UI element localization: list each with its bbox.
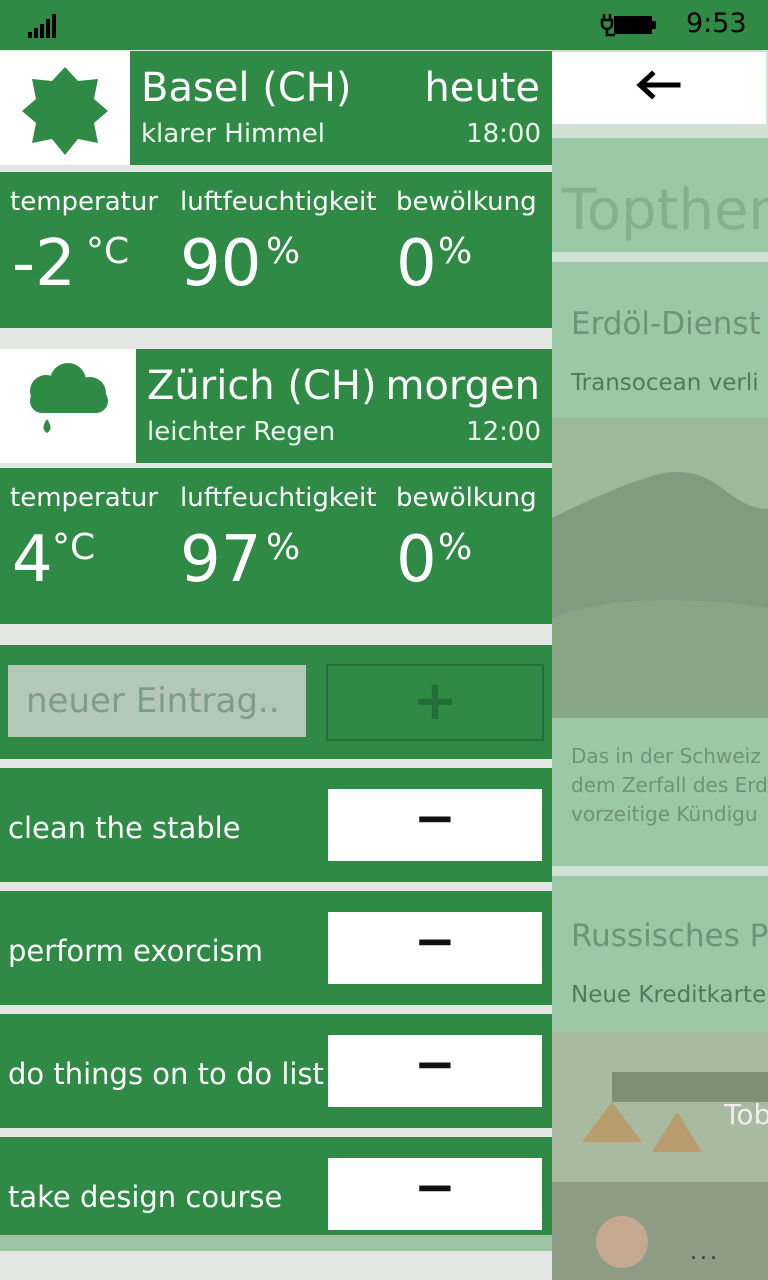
news-panel: Topthem Erdöl-Dienst Transocean verli Da… bbox=[552, 50, 768, 1280]
battery-charging-icon bbox=[600, 10, 660, 38]
section-title: Topthem bbox=[562, 178, 768, 243]
todo-item-text: take design course bbox=[8, 1180, 283, 1214]
temperature-value: 4 bbox=[12, 523, 53, 597]
article-image: Tob bbox=[552, 1032, 768, 1280]
section-header-tile: Topthem bbox=[552, 138, 768, 252]
forecast-time: 12:00 bbox=[466, 417, 541, 447]
temperature-unit: °C bbox=[52, 527, 96, 568]
weather-condition: klarer Himmel bbox=[141, 119, 325, 149]
clouds-label: bewölkung bbox=[396, 187, 537, 217]
temperature-unit: °C bbox=[86, 231, 130, 272]
news-article[interactable]: Russisches P Neue Kreditkarte Tob bbox=[552, 876, 768, 1280]
weather-icon-tile bbox=[0, 349, 136, 463]
signal-strength-icon bbox=[28, 14, 64, 38]
temperature-value: -2 bbox=[12, 227, 76, 301]
image-sign-text: Tob bbox=[724, 1098, 768, 1131]
humidity-value: 90 bbox=[180, 227, 262, 301]
new-entry-input[interactable] bbox=[8, 665, 306, 737]
humidity-unit: % bbox=[266, 527, 301, 568]
clouds-label: bewölkung bbox=[396, 483, 537, 513]
news-article[interactable]: Erdöl-Dienst Transocean verli Das in der… bbox=[552, 262, 768, 866]
todo-item-text: do things on to do list bbox=[8, 1057, 324, 1091]
clouds-value: 0 bbox=[396, 523, 437, 597]
article-teaser: Das in der Schweiz dem Zerfall des Erd v… bbox=[571, 744, 768, 826]
rain-cloud-icon bbox=[30, 363, 108, 433]
remove-button[interactable]: − bbox=[328, 912, 542, 984]
forecast-day: morgen bbox=[385, 363, 540, 409]
more-options-button[interactable]: ... bbox=[690, 1240, 720, 1265]
humidity-label: luftfeuchtigkeit bbox=[180, 187, 377, 217]
weather-condition: leichter Regen bbox=[147, 417, 336, 447]
clouds-unit: % bbox=[438, 231, 473, 272]
todo-item-text: clean the stable bbox=[8, 811, 241, 845]
city-name: Basel (CH) bbox=[141, 65, 352, 111]
add-button[interactable]: + bbox=[326, 664, 544, 741]
clouds-value: 0 bbox=[396, 227, 437, 301]
forecast-time: 18:00 bbox=[466, 119, 541, 149]
article-image bbox=[552, 418, 768, 718]
article-subtitle: Transocean verli bbox=[571, 370, 759, 396]
sun-icon bbox=[22, 67, 108, 155]
back-button[interactable] bbox=[552, 52, 766, 124]
humidity-value: 97 bbox=[180, 523, 262, 597]
city-name: Zürich (CH) bbox=[147, 363, 377, 409]
remove-button[interactable]: − bbox=[328, 1035, 542, 1107]
article-title: Erdöl-Dienst bbox=[571, 306, 761, 342]
article-title: Russisches P bbox=[571, 918, 768, 954]
temperature-label: temperatur bbox=[10, 187, 159, 217]
todo-item-text: perform exorcism bbox=[8, 934, 263, 968]
clouds-unit: % bbox=[438, 527, 473, 568]
forecast-day: heute bbox=[424, 65, 540, 111]
humidity-unit: % bbox=[266, 231, 301, 272]
temperature-label: temperatur bbox=[10, 483, 159, 513]
remove-button[interactable]: − bbox=[328, 1158, 542, 1230]
weather-icon-tile bbox=[0, 51, 130, 165]
remove-button[interactable]: − bbox=[328, 789, 542, 861]
list-bottom-edge bbox=[0, 1235, 552, 1251]
clock: 9:53 bbox=[686, 8, 747, 39]
humidity-label: luftfeuchtigkeit bbox=[180, 483, 377, 513]
article-subtitle: Neue Kreditkarte bbox=[571, 982, 767, 1008]
arrow-left-icon bbox=[636, 70, 681, 100]
